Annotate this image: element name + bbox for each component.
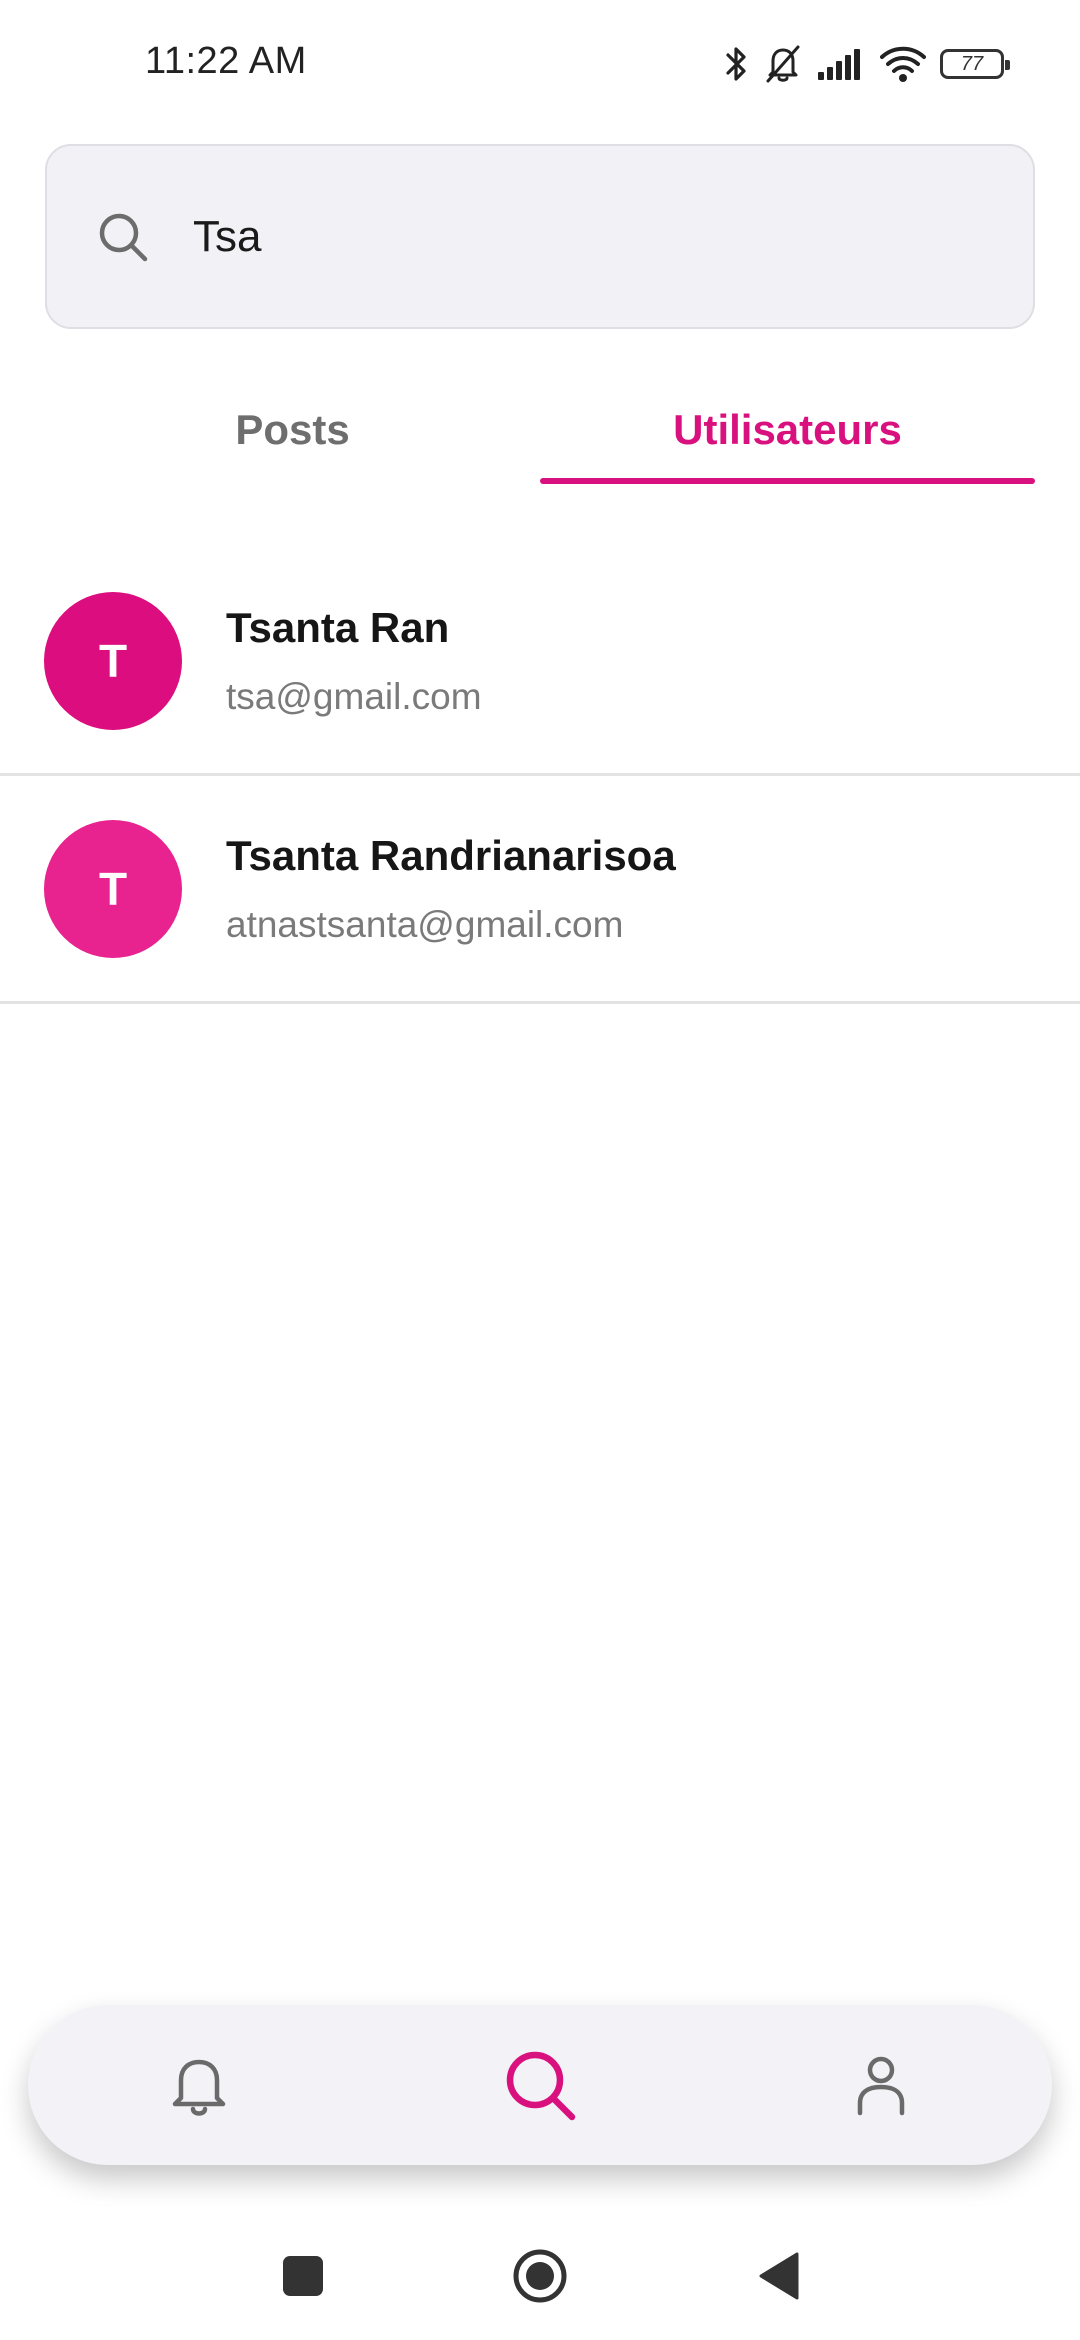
search-bar[interactable] [45, 144, 1035, 329]
battery-level: 77 [960, 53, 984, 75]
nav-profile-button[interactable] [806, 2010, 956, 2160]
avatar: T [44, 592, 182, 730]
avatar: T [44, 820, 182, 958]
status-bar: 11:22 AM 77 [0, 0, 1080, 130]
search-tabs: Posts Utilisateurs [45, 380, 1035, 505]
bluetooth-icon [724, 44, 750, 84]
status-icons: 77 [724, 38, 1010, 90]
wifi-icon [880, 45, 926, 83]
bottom-navigation [28, 2005, 1052, 2165]
profile-icon [858, 2056, 905, 2116]
tab-utilisateurs[interactable]: Utilisateurs [540, 380, 1035, 484]
user-email: tsa@gmail.com [226, 676, 482, 717]
user-name: Tsanta Ran [226, 604, 450, 651]
search-input[interactable] [191, 210, 895, 263]
system-navigation-bar [0, 2210, 1080, 2340]
user-name: Tsanta Randrianarisoa [226, 832, 676, 879]
recents-icon [283, 2256, 323, 2296]
search-icon [99, 213, 148, 261]
back-button[interactable] [744, 2246, 814, 2306]
home-icon [513, 2249, 567, 2303]
search-icon [506, 2051, 576, 2121]
bell-icon [172, 2059, 225, 2116]
battery-icon: 77 [940, 49, 1010, 79]
tab-posts[interactable]: Posts [45, 380, 540, 480]
user-list-item[interactable]: T Tsanta Ran tsa@gmail.com [0, 548, 1080, 776]
nav-search-button[interactable] [465, 2010, 615, 2160]
status-time: 11:22 AM [145, 40, 307, 82]
home-button[interactable] [504, 2244, 576, 2308]
notifications-muted-icon [764, 44, 802, 84]
user-list-item[interactable]: T Tsanta Randrianarisoa atnastsanta@gmai… [0, 776, 1080, 1004]
cell-signal-icon [816, 46, 866, 82]
user-email: atnastsanta@gmail.com [226, 904, 624, 945]
back-icon [759, 2252, 799, 2300]
recents-button[interactable] [270, 2248, 336, 2304]
search-screen: 11:22 AM 77 Tsa Posts Utilisateurs T Tsa… [0, 0, 1080, 2340]
user-results-list: T Tsanta Ran tsa@gmail.com T Tsanta Rand… [0, 548, 1080, 1004]
nav-notifications-button[interactable] [124, 2010, 274, 2160]
